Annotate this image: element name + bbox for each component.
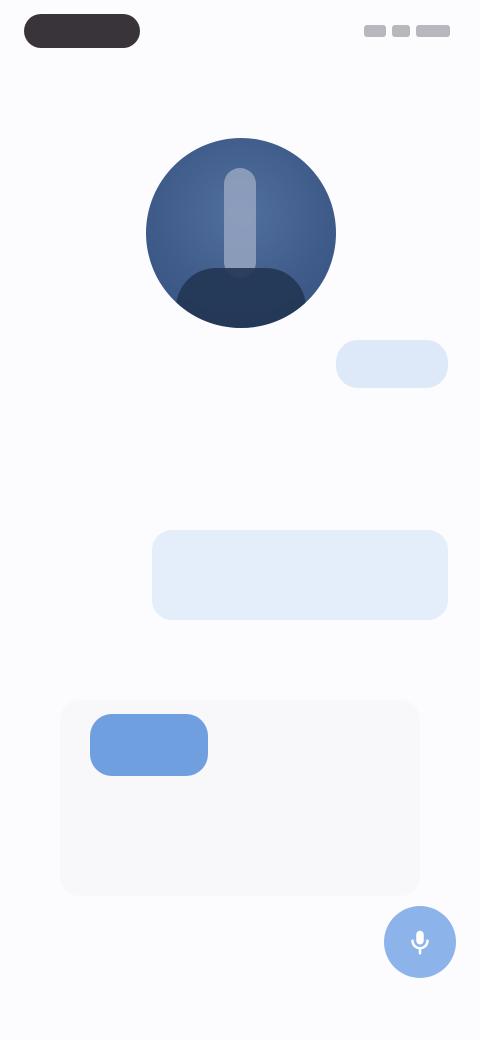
quick-reply-primary-button[interactable] bbox=[90, 714, 208, 776]
assistant-avatar[interactable] bbox=[146, 138, 336, 328]
quick-reply-option[interactable] bbox=[230, 734, 380, 756]
outgoing-message-chip bbox=[336, 340, 448, 388]
avatar-caption bbox=[38, 290, 138, 312]
avatar-figure-body bbox=[176, 268, 306, 328]
status-bar bbox=[0, 0, 480, 64]
assistant-question bbox=[40, 644, 320, 674]
chat-screen bbox=[0, 0, 480, 1040]
voice-input-button[interactable] bbox=[384, 906, 456, 978]
quick-reply-row bbox=[60, 792, 420, 820]
quick-reply-option[interactable] bbox=[60, 850, 420, 878]
status-pill bbox=[24, 14, 140, 48]
status-icons bbox=[358, 22, 450, 40]
mic-icon bbox=[411, 930, 429, 955]
battery-icon bbox=[416, 25, 450, 37]
avatar-figure-head bbox=[224, 168, 256, 278]
incoming-message bbox=[40, 420, 310, 516]
chat-header-link[interactable] bbox=[32, 88, 302, 112]
wifi-icon bbox=[392, 25, 410, 37]
quick-reply-panel bbox=[60, 700, 420, 896]
signal-icon bbox=[364, 25, 386, 37]
outgoing-message-card bbox=[152, 530, 448, 620]
